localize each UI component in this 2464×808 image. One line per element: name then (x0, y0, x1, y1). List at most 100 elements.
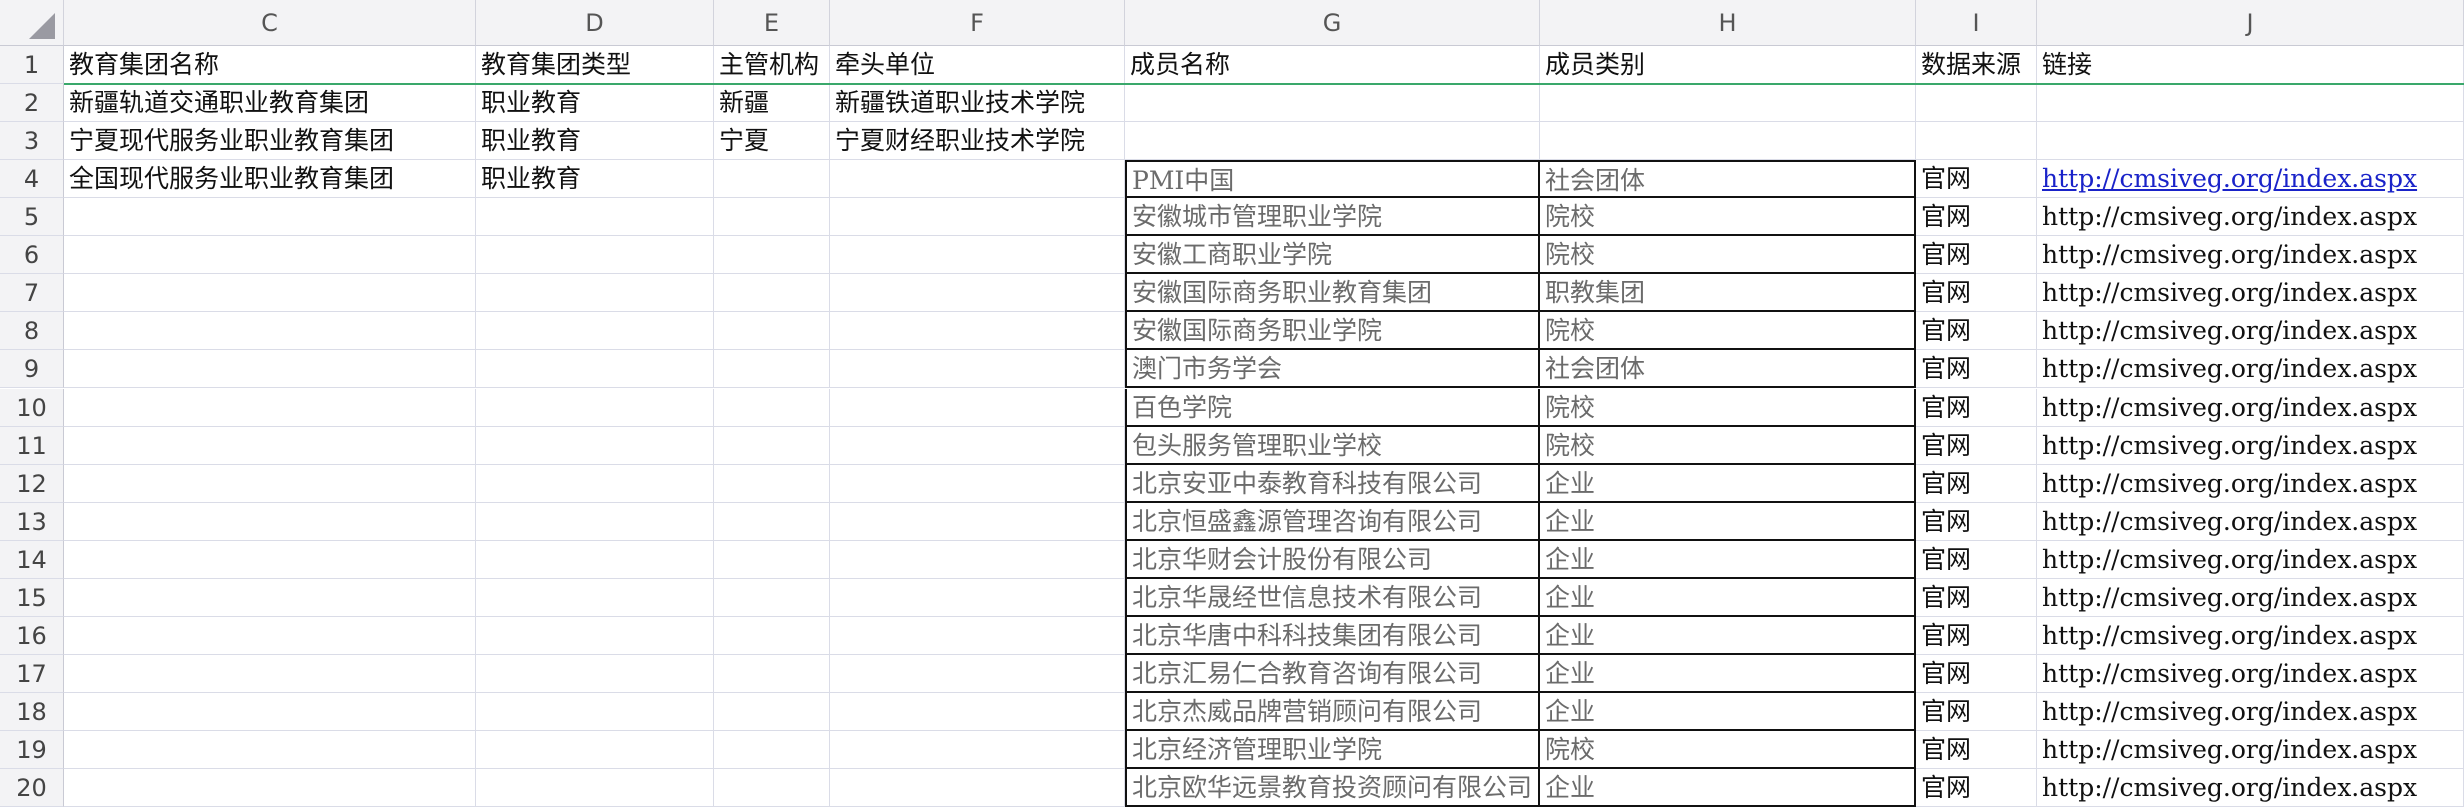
cell-c10[interactable] (64, 389, 476, 427)
row-header[interactable]: 11 (0, 427, 64, 465)
cell-i1[interactable]: 数据来源 (1916, 46, 2037, 84)
cell-h6[interactable]: 院校 (1540, 236, 1916, 274)
cell-c20[interactable] (64, 769, 476, 807)
row-header[interactable]: 17 (0, 655, 64, 693)
row-header[interactable]: 4 (0, 160, 64, 198)
cell-g4[interactable]: PMI中国 (1125, 160, 1540, 198)
cell-g10[interactable]: 百色学院 (1125, 389, 1540, 427)
cell-c18[interactable] (64, 693, 476, 731)
cell-i20[interactable]: 官网 (1916, 769, 2037, 807)
cell-h15[interactable]: 企业 (1540, 579, 1916, 617)
column-header-d[interactable]: D (476, 0, 714, 46)
cell-j1[interactable]: 链接 (2037, 46, 2464, 84)
cell-d20[interactable] (476, 769, 714, 807)
cell-g18[interactable]: 北京杰威品牌营销顾问有限公司 (1125, 693, 1540, 731)
column-header-f[interactable]: F (830, 0, 1125, 46)
cell-d7[interactable] (476, 274, 714, 312)
cell-f9[interactable] (830, 350, 1125, 388)
cell-h12[interactable]: 企业 (1540, 465, 1916, 503)
cell-c16[interactable] (64, 617, 476, 655)
cell-g19[interactable]: 北京经济管理职业学院 (1125, 731, 1540, 769)
cell-h19[interactable]: 院校 (1540, 731, 1916, 769)
cell-i18[interactable]: 官网 (1916, 693, 2037, 731)
cell-i15[interactable]: 官网 (1916, 579, 2037, 617)
cell-c11[interactable] (64, 427, 476, 465)
cell-g20[interactable]: 北京欧华远景教育投资顾问有限公司 (1125, 769, 1540, 807)
cell-j8[interactable]: http://cmsiveg.org/index.aspx (2037, 312, 2464, 350)
cell-e14[interactable] (714, 541, 830, 579)
cell-d16[interactable] (476, 617, 714, 655)
cell-d10[interactable] (476, 389, 714, 427)
cell-d4[interactable]: 职业教育 (476, 160, 714, 198)
cell-f17[interactable] (830, 655, 1125, 693)
cell-e6[interactable] (714, 236, 830, 274)
cell-g2[interactable] (1125, 84, 1540, 122)
cell-f18[interactable] (830, 693, 1125, 731)
cell-h4[interactable]: 社会团体 (1540, 160, 1916, 198)
cell-h14[interactable]: 企业 (1540, 541, 1916, 579)
cell-d12[interactable] (476, 465, 714, 503)
cell-i17[interactable]: 官网 (1916, 655, 2037, 693)
cell-d9[interactable] (476, 350, 714, 388)
cell-h11[interactable]: 院校 (1540, 427, 1916, 465)
cell-g9[interactable]: 澳门市务学会 (1125, 350, 1540, 388)
cell-c6[interactable] (64, 236, 476, 274)
cell-d19[interactable] (476, 731, 714, 769)
cell-e1[interactable]: 主管机构 (714, 46, 830, 84)
row-header[interactable]: 14 (0, 541, 64, 579)
cell-d14[interactable] (476, 541, 714, 579)
cell-c19[interactable] (64, 731, 476, 769)
cell-j3[interactable] (2037, 122, 2464, 160)
cell-i5[interactable]: 官网 (1916, 198, 2037, 236)
cell-j10[interactable]: http://cmsiveg.org/index.aspx (2037, 389, 2464, 427)
cell-f4[interactable] (830, 160, 1125, 198)
cell-f1[interactable]: 牵头单位 (830, 46, 1125, 84)
cell-h13[interactable]: 企业 (1540, 503, 1916, 541)
cell-f16[interactable] (830, 617, 1125, 655)
cell-j17[interactable]: http://cmsiveg.org/index.aspx (2037, 655, 2464, 693)
cell-d11[interactable] (476, 427, 714, 465)
cell-h8[interactable]: 院校 (1540, 312, 1916, 350)
cell-j9[interactable]: http://cmsiveg.org/index.aspx (2037, 350, 2464, 388)
cell-i13[interactable]: 官网 (1916, 503, 2037, 541)
cell-f11[interactable] (830, 427, 1125, 465)
cell-j11[interactable]: http://cmsiveg.org/index.aspx (2037, 427, 2464, 465)
cell-h3[interactable] (1540, 122, 1916, 160)
cell-e7[interactable] (714, 274, 830, 312)
cell-e20[interactable] (714, 769, 830, 807)
cell-i16[interactable]: 官网 (1916, 617, 2037, 655)
cell-i10[interactable]: 官网 (1916, 389, 2037, 427)
cell-f2[interactable]: 新疆铁道职业技术学院 (830, 84, 1125, 122)
column-header-e[interactable]: E (714, 0, 830, 46)
cell-j20[interactable]: http://cmsiveg.org/index.aspx (2037, 769, 2464, 807)
row-header[interactable]: 3 (0, 122, 64, 160)
frozen-row-divider[interactable] (64, 83, 2464, 85)
cell-j2[interactable] (2037, 84, 2464, 122)
cell-g1[interactable]: 成员名称 (1125, 46, 1540, 84)
cell-c7[interactable] (64, 274, 476, 312)
cell-f10[interactable] (830, 389, 1125, 427)
cell-g15[interactable]: 北京华晟经世信息技术有限公司 (1125, 579, 1540, 617)
cell-c12[interactable] (64, 465, 476, 503)
cell-i4[interactable]: 官网 (1916, 160, 2037, 198)
cell-g3[interactable] (1125, 122, 1540, 160)
row-header[interactable]: 18 (0, 693, 64, 731)
cell-f14[interactable] (830, 541, 1125, 579)
row-header[interactable]: 5 (0, 198, 64, 236)
cell-c2[interactable]: 新疆轨道交通职业教育集团 (64, 84, 476, 122)
cell-f20[interactable] (830, 769, 1125, 807)
cell-e9[interactable] (714, 350, 830, 388)
cell-d3[interactable]: 职业教育 (476, 122, 714, 160)
row-header[interactable]: 15 (0, 579, 64, 617)
cell-c17[interactable] (64, 655, 476, 693)
cell-c14[interactable] (64, 541, 476, 579)
row-header[interactable]: 2 (0, 84, 64, 122)
cell-j19[interactable]: http://cmsiveg.org/index.aspx (2037, 731, 2464, 769)
cell-c13[interactable] (64, 503, 476, 541)
column-header-h[interactable]: H (1540, 0, 1916, 46)
cell-i11[interactable]: 官网 (1916, 427, 2037, 465)
cell-d18[interactable] (476, 693, 714, 731)
cell-c4[interactable]: 全国现代服务业职业教育集团 (64, 160, 476, 198)
cell-i2[interactable] (1916, 84, 2037, 122)
cell-j4[interactable]: http://cmsiveg.org/index.aspx (2037, 160, 2464, 198)
